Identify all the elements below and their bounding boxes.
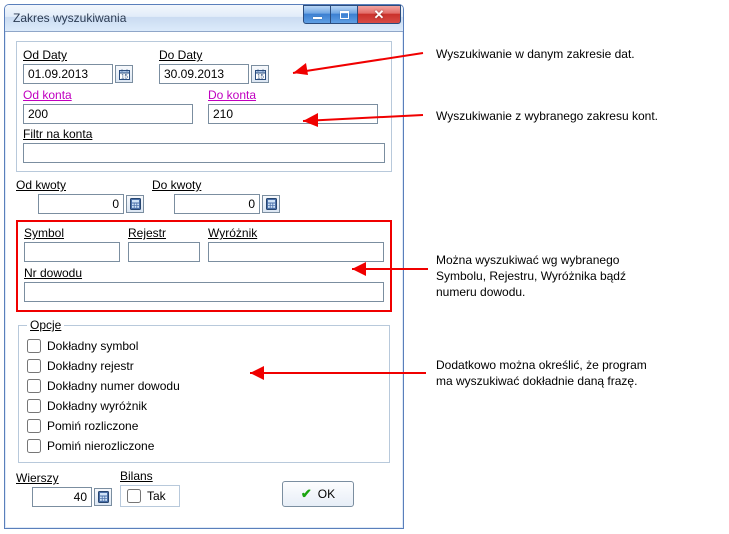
svg-text:15: 15 [121,74,128,80]
annotation-options: Dodatkowo można określić, że program ma … [436,357,647,389]
option-skip-unsettled[interactable]: Pomiń nierozliczone [27,436,381,456]
rejestr-label: Rejestr [128,226,200,240]
nr-dowodu-input[interactable] [24,282,384,302]
annotation-criteria: Można wyszukiwać wg wybranego Symbolu, R… [436,252,626,301]
account-filter-label: Filtr na konta [23,127,385,141]
calendar-icon: 15 [119,69,130,80]
window-controls: ✕ [304,5,401,24]
criteria-group: Symbol Rejestr Wyróżnik Nr dowodu [16,220,392,312]
amount-range-group: Od kwoty Do kwoty [16,178,392,214]
nr-dowodu-label: Nr dowodu [24,266,384,280]
checkbox[interactable] [27,359,41,373]
dialog-body: Od Daty 15 Do Daty 15 [6,33,402,527]
bilans-label: Bilans [120,469,210,483]
annotation-dates: Wyszukiwanie w danym zakresie dat. [436,46,635,62]
options-group: Opcje Dokładny symbol Dokładny rejestr D… [18,318,390,463]
maximize-icon [340,11,349,19]
option-exact-wyroznik[interactable]: Dokładny wyróżnik [27,396,381,416]
maximize-button[interactable] [330,5,358,24]
to-amount-label: Do kwoty [152,178,280,192]
footer-group: Wierszy Bilans Tak ✔ OK [16,469,392,507]
symbol-label: Symbol [24,226,120,240]
option-exact-symbol[interactable]: Dokładny symbol [27,336,381,356]
bilans-tak-checkbox[interactable]: Tak [120,485,180,507]
annotation-accounts: Wyszukiwanie z wybranego zakresu kont. [436,108,658,124]
ok-button[interactable]: ✔ OK [282,481,354,507]
check-icon: ✔ [301,486,312,502]
dialog-window: Zakres wyszukiwania ✕ Od Daty 15 [4,4,404,529]
from-date-label: Od Daty [23,48,151,62]
ok-button-label: OK [318,487,335,501]
checkbox[interactable] [27,399,41,413]
symbol-input[interactable] [24,242,120,262]
close-icon: ✕ [374,7,385,23]
wierszy-label: Wierszy [16,471,112,485]
minimize-icon [313,17,322,19]
checkbox[interactable] [127,489,141,503]
account-filter-input[interactable] [23,143,385,163]
from-amount-calc-button[interactable] [126,195,144,213]
to-date-input[interactable] [159,64,249,84]
wyroznik-label: Wyróżnik [208,226,384,240]
calendar-icon: 15 [255,69,266,80]
wierszy-calc-button[interactable] [94,488,112,506]
close-button[interactable]: ✕ [357,5,401,24]
checkbox[interactable] [27,419,41,433]
to-amount-calc-button[interactable] [262,195,280,213]
to-date-picker-button[interactable]: 15 [251,65,269,83]
date-range-group: Od Daty 15 Do Daty 15 [16,41,392,172]
from-date-picker-button[interactable]: 15 [115,65,133,83]
to-account-input[interactable] [208,104,378,124]
minimize-button[interactable] [303,5,331,24]
to-account-label: Do konta [208,88,385,102]
from-account-input[interactable] [23,104,193,124]
from-amount-label: Od kwoty [16,178,144,192]
wierszy-input[interactable] [32,487,92,507]
option-skip-settled[interactable]: Pomiń rozliczone [27,416,381,436]
calculator-icon [266,198,277,210]
wyroznik-input[interactable] [208,242,384,262]
to-date-label: Do Daty [159,48,287,62]
checkbox[interactable] [27,339,41,353]
option-exact-rejestr[interactable]: Dokładny rejestr [27,356,381,376]
from-date-input[interactable] [23,64,113,84]
rejestr-input[interactable] [128,242,200,262]
to-amount-input[interactable] [174,194,260,214]
checkbox[interactable] [27,379,41,393]
from-account-label: Od konta [23,88,200,102]
window-title: Zakres wyszukiwania [13,11,126,25]
options-legend: Opcje [27,318,64,332]
from-amount-input[interactable] [38,194,124,214]
option-exact-nr-dowodu[interactable]: Dokładny numer dowodu [27,376,381,396]
svg-text:15: 15 [257,74,264,80]
calculator-icon [98,491,109,503]
checkbox[interactable] [27,439,41,453]
titlebar[interactable]: Zakres wyszukiwania ✕ [5,5,403,32]
calculator-icon [130,198,141,210]
